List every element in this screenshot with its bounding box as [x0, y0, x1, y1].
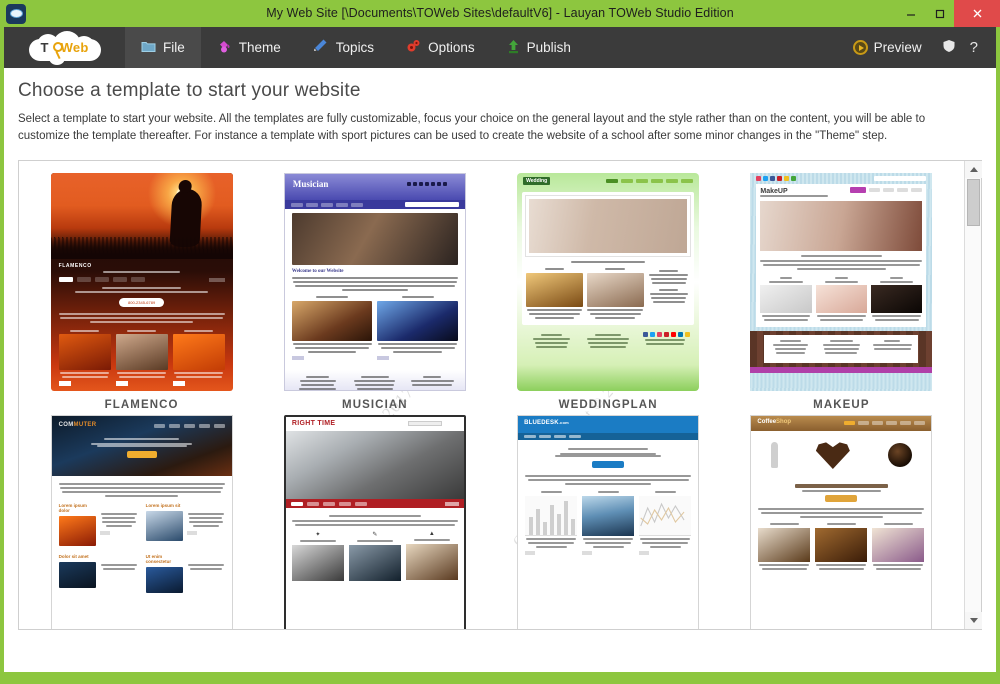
upload-icon	[507, 39, 520, 57]
menu-item-topics[interactable]: Topics	[297, 27, 390, 68]
page-description: Select a template to start your website.…	[18, 113, 926, 142]
template-thumbnail[interactable]: Wedding	[517, 173, 700, 391]
logo-o-icon	[52, 41, 63, 52]
template-name: WEDDINGPLAN	[558, 399, 658, 411]
window-title: My Web Site [\Documents\TOWeb Sites\defa…	[266, 6, 734, 20]
mini-site-weddingplan: Wedding	[517, 173, 700, 391]
template-card-flamenco[interactable]: FLAMENCO 800-2345-6789 FLAMENCO	[25, 173, 258, 411]
toweb-logo[interactable]: T Web	[4, 27, 125, 68]
menu-label-options: Options	[428, 40, 475, 55]
maximize-button[interactable]	[925, 0, 954, 27]
window-controls	[896, 0, 1000, 27]
menu-item-options[interactable]: Options	[390, 27, 491, 68]
template-name: FLAMENCO	[104, 399, 179, 411]
scrollbar-thumb[interactable]	[967, 179, 980, 226]
menu-label-file: File	[163, 40, 185, 55]
scroll-down-button[interactable]	[965, 612, 982, 629]
mini-site-musician: Musician Welcome to our Website	[283, 173, 466, 391]
template-thumbnail[interactable]: RIGHT TIME ✦ ✎ ▲	[283, 415, 466, 629]
minimize-button[interactable]	[896, 0, 925, 27]
menu-item-theme[interactable]: Theme	[201, 27, 297, 68]
menu-right-group: Preview ?	[843, 27, 996, 68]
gallery-scrollbar[interactable]	[964, 161, 982, 629]
mini-site-flamenco: FLAMENCO 800-2345-6789	[50, 173, 233, 391]
logo-text-part1: T	[40, 40, 49, 55]
cloud-icon: T Web	[28, 30, 101, 65]
content-panel: Choose a template to start your website …	[4, 68, 996, 672]
mini-site-makeup: MakeUP	[750, 173, 933, 391]
menu-label-publish: Publish	[526, 40, 571, 55]
main-menu-bar: T Web File Theme Topics Options Publish …	[4, 27, 996, 68]
folder-icon	[141, 40, 156, 56]
close-button[interactable]	[954, 0, 1000, 27]
shield-icon[interactable]	[934, 39, 964, 56]
template-card-weddingplan[interactable]: Wedding WEDDINGPLAN	[492, 173, 725, 411]
application-window: My Web Site [\Documents\TOWeb Sites\defa…	[0, 0, 1000, 684]
template-card-righttime[interactable]: RIGHT TIME ✦ ✎ ▲	[258, 415, 491, 629]
scroll-up-button[interactable]	[965, 161, 982, 178]
logo-text-part2: Web	[60, 40, 89, 55]
app-cloud-icon	[6, 3, 26, 24]
gears-icon	[406, 39, 421, 56]
template-grid-viewport: Copyright © 2017 Copyright © 2017 Copyri…	[19, 161, 964, 629]
menu-item-publish[interactable]: Publish	[491, 27, 587, 68]
menu-item-file[interactable]: File	[125, 27, 201, 68]
status-bar	[0, 672, 1000, 684]
template-thumbnail[interactable]: Musician Welcome to our Website	[283, 173, 466, 391]
help-icon[interactable]: ?	[966, 39, 986, 56]
template-card-commuter[interactable]: COMMUTER Lorem ipsum dolor Lorem ipsum s…	[25, 415, 258, 629]
mini-site-coffeeshop: CoffeeShop	[750, 415, 933, 629]
mini-site-bluedesk: BLUEDESK.com	[517, 415, 700, 629]
template-card-makeup[interactable]: MakeUP MAKEUP	[725, 173, 958, 411]
menu-label-topics: Topics	[335, 40, 375, 55]
template-card-musician[interactable]: Musician Welcome to our Website MUSICIAN	[258, 173, 491, 411]
paint-bucket-icon	[217, 39, 232, 56]
template-grid: FLAMENCO 800-2345-6789 FLAMENCO Musician…	[19, 161, 964, 629]
template-name: MAKEUP	[813, 399, 870, 411]
template-thumbnail[interactable]: MakeUP	[750, 173, 933, 391]
title-bar: My Web Site [\Documents\TOWeb Sites\defa…	[0, 0, 1000, 27]
template-thumbnail[interactable]: COMMUTER Lorem ipsum dolor Lorem ipsum s…	[50, 415, 233, 629]
preview-button[interactable]: Preview	[843, 27, 932, 68]
template-thumbnail[interactable]: CoffeeShop	[750, 415, 933, 629]
template-gallery: Copyright © 2017 Copyright © 2017 Copyri…	[18, 160, 982, 630]
play-circle-icon	[852, 40, 868, 55]
template-card-coffeeshop[interactable]: CoffeeShop	[725, 415, 958, 629]
mini-site-commuter: COMMUTER Lorem ipsum dolor Lorem ipsum s…	[50, 415, 233, 629]
mini-site-righttime: RIGHT TIME ✦ ✎ ▲	[283, 415, 466, 629]
preview-label: Preview	[873, 40, 922, 55]
page-title: Choose a template to start your website	[18, 80, 361, 101]
template-name: MUSICIAN	[342, 399, 408, 411]
menu-label-theme: Theme	[238, 40, 281, 55]
pencil-icon	[313, 39, 329, 56]
template-card-bluedesk[interactable]: BLUEDESK.com	[492, 415, 725, 629]
template-thumbnail[interactable]: FLAMENCO 800-2345-6789	[50, 173, 233, 391]
template-thumbnail[interactable]: BLUEDESK.com	[517, 415, 700, 629]
